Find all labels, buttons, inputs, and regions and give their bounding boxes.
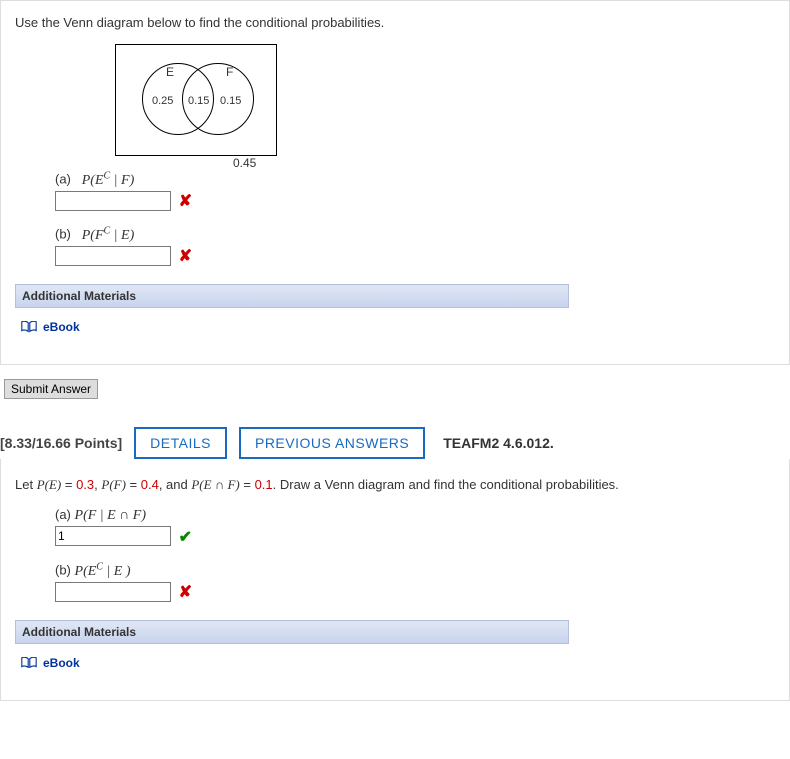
- venn-box: E F 0.25 0.15 0.15: [115, 44, 277, 156]
- details-button[interactable]: DETAILS: [134, 427, 227, 459]
- question-reference: TEAFM2 4.6.012.: [443, 435, 554, 451]
- question-2-header: [8.33/16.66 Points] DETAILS PREVIOUS ANS…: [0, 427, 790, 459]
- part-a-marker: (a): [55, 172, 71, 187]
- question-1: Use the Venn diagram below to find the c…: [0, 0, 790, 365]
- q2-part-a-answer-row: ✔: [55, 526, 775, 547]
- ebook-label: eBook: [43, 656, 80, 670]
- ebook-link[interactable]: eBook: [21, 320, 775, 334]
- q2-part-a-input[interactable]: [55, 526, 171, 546]
- venn-intersection: 0.15: [188, 95, 209, 107]
- q1-part-b-input[interactable]: [55, 246, 171, 266]
- additional-materials-header: Additional Materials: [15, 284, 569, 308]
- wrong-icon: ✘: [179, 193, 192, 210]
- venn-diagram: E F 0.25 0.15 0.15 0.45: [115, 44, 775, 156]
- part-b-marker: (b): [55, 563, 71, 578]
- venn-label-E: E: [166, 65, 174, 79]
- part-b-expr: P(EC | E ): [75, 564, 131, 579]
- q1-part-a-input[interactable]: [55, 191, 171, 211]
- part-a-expr: P(EC | F): [82, 173, 135, 188]
- venn-only-F: 0.15: [220, 95, 241, 107]
- q2-part-b-label: (b) P(EC | E ): [55, 561, 775, 580]
- q1-instruction: Use the Venn diagram below to find the c…: [15, 15, 775, 30]
- submit-answer-button[interactable]: Submit Answer: [4, 379, 98, 399]
- wrong-icon: ✘: [179, 248, 192, 265]
- part-a-marker: (a): [55, 507, 71, 522]
- previous-answers-button[interactable]: PREVIOUS ANSWERS: [239, 427, 425, 459]
- wrong-icon: ✘: [179, 584, 192, 601]
- correct-icon: ✔: [179, 529, 192, 546]
- q2-part-b-input[interactable]: [55, 582, 171, 602]
- venn-label-F: F: [226, 65, 233, 79]
- venn-only-E: 0.25: [152, 95, 173, 107]
- ebook-label: eBook: [43, 320, 80, 334]
- q1-part-b-label: (b) P(FC | E): [55, 225, 775, 244]
- additional-materials-header: Additional Materials: [15, 620, 569, 644]
- q1-part-a-label: (a) P(EC | F): [55, 170, 775, 189]
- q2-prompt: Let P(E) = 0.3, P(F) = 0.4, and P(E ∩ F)…: [15, 477, 775, 493]
- q1-part-a-answer-row: ✘: [55, 191, 775, 212]
- submit-row: Submit Answer: [4, 379, 790, 399]
- q2-part-b-answer-row: ✘: [55, 582, 775, 603]
- points-display: [8.33/16.66 Points]: [0, 435, 122, 451]
- venn-outside: 0.45: [233, 156, 256, 170]
- question-2: Let P(E) = 0.3, P(F) = 0.4, and P(E ∩ F)…: [0, 459, 790, 701]
- ebook-link[interactable]: eBook: [21, 656, 775, 670]
- part-b-expr: P(FC | E): [82, 228, 135, 243]
- part-b-marker: (b): [55, 227, 71, 242]
- q2-part-a-label: (a) P(F | E ∩ F): [55, 507, 775, 524]
- part-a-expr: P(F | E ∩ F): [75, 508, 147, 523]
- q1-part-b-answer-row: ✘: [55, 246, 775, 267]
- book-icon: [21, 321, 37, 333]
- book-icon: [21, 657, 37, 669]
